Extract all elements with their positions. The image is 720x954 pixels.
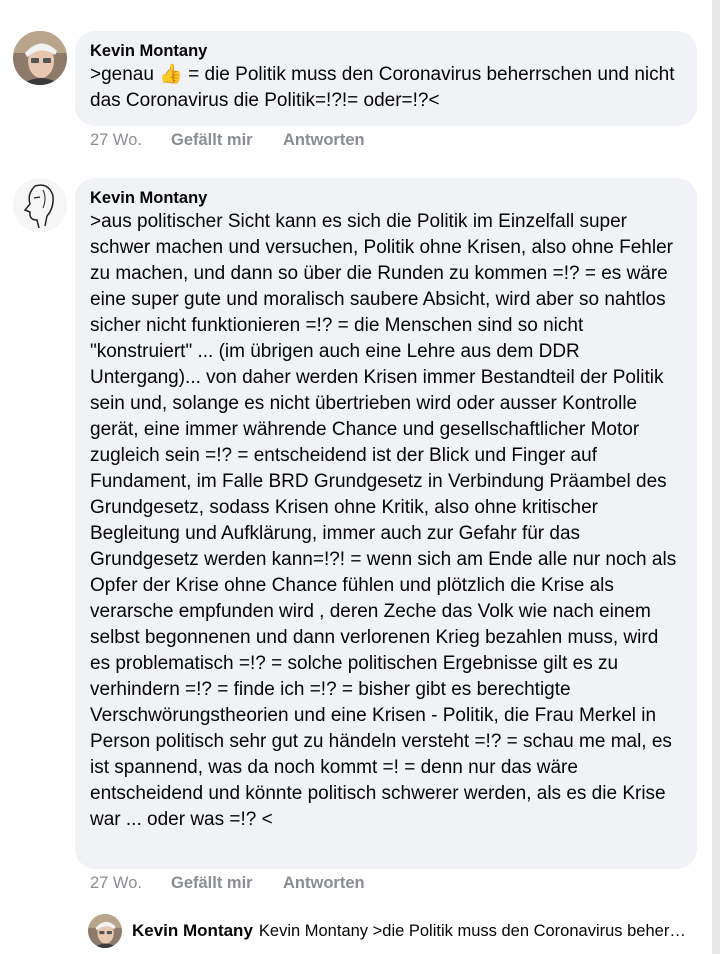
comment-text: >genau 👍 = die Politik muss den Coronavi… (90, 64, 675, 111)
reply-button[interactable]: Antworten (283, 131, 365, 150)
avatar[interactable] (13, 178, 67, 232)
comment-author[interactable]: Kevin Montany (90, 188, 683, 209)
comment-timestamp[interactable]: 27 Wo. (90, 874, 171, 893)
reply-preview[interactable]: Kevin Montany Kevin Montany >die Politik… (88, 914, 708, 948)
avatar[interactable] (13, 31, 67, 85)
comment-bubble: Kevin Montany >genau 👍 = die Politik mus… (75, 31, 697, 126)
scrollbar[interactable] (712, 0, 720, 954)
comment-actions: 27 Wo. Gefällt mir Antworten (90, 131, 365, 150)
sketch-face-icon (13, 178, 67, 232)
comment-actions: 27 Wo. Gefällt mir Antworten (90, 874, 365, 893)
avatar (88, 914, 122, 948)
reply-snippet: Kevin Montany >die Politik muss den Coro… (258, 921, 689, 940)
reply-button[interactable]: Antworten (283, 874, 365, 893)
comment-text: >aus politischer Sicht kann es sich die … (90, 211, 677, 830)
like-button[interactable]: Gefällt mir (171, 131, 283, 150)
reply-author[interactable]: Kevin Montany (132, 921, 253, 941)
comment-timestamp[interactable]: 27 Wo. (90, 131, 171, 150)
like-button[interactable]: Gefällt mir (171, 874, 283, 893)
profile-photo-icon (88, 914, 122, 948)
comment-bubble: Kevin Montany >aus politischer Sicht kan… (75, 178, 697, 869)
comment-author[interactable]: Kevin Montany (90, 41, 683, 62)
profile-photo-icon (13, 31, 67, 85)
